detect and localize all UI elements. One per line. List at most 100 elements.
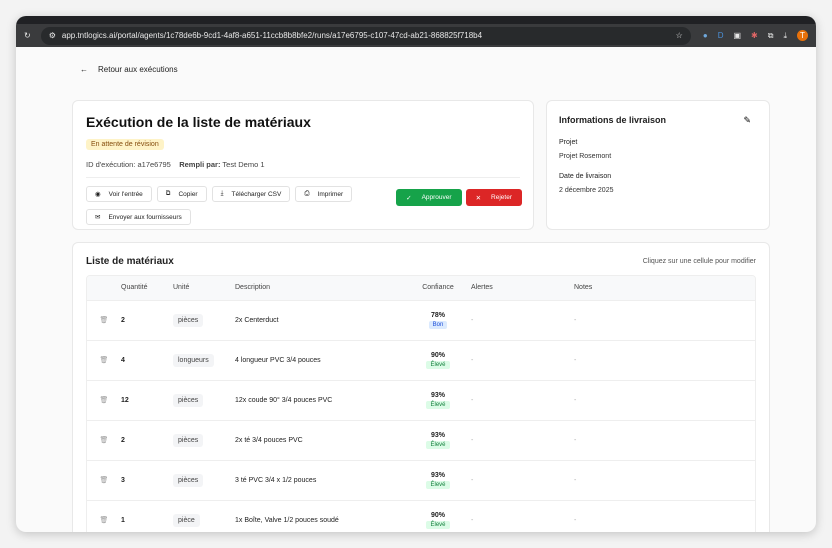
alerts-cell[interactable]: -	[471, 300, 574, 341]
notes-cell[interactable]: -	[574, 460, 755, 501]
quantity-cell[interactable]: 1	[121, 500, 173, 532]
alerts-cell[interactable]: -	[471, 340, 574, 381]
copy-button[interactable]: ⧉ Copier	[156, 186, 207, 202]
section-title: Liste de matériaux	[86, 256, 174, 267]
extension-icon[interactable]: ▣	[733, 31, 741, 40]
extension-icon[interactable]: ✱	[751, 31, 758, 40]
tab-strip	[16, 16, 816, 24]
send-suppliers-button[interactable]: ✉ Envoyer aux fournisseurs	[86, 209, 191, 225]
project-value: Projet Rosemont	[559, 153, 612, 160]
extension-icon[interactable]: D	[718, 31, 724, 40]
notes-cell[interactable]: -	[574, 380, 755, 421]
approve-button[interactable]: ✓ Approuver	[396, 189, 462, 206]
quantity-cell[interactable]: 12	[121, 380, 173, 421]
notes-cell[interactable]: -	[574, 500, 755, 532]
site-info-icon[interactable]: ⚙	[49, 31, 56, 40]
label: Imprimer	[317, 190, 344, 198]
confidence-cell: 93% Élevé	[405, 420, 471, 461]
unit-cell[interactable]: pièce	[173, 500, 235, 532]
browser-toolbar: ↻ ⚙ app.tntlogics.ai/portal/agents/1c78d…	[16, 24, 816, 47]
unit: longueurs	[173, 353, 214, 367]
back-link[interactable]: ← Retour aux exécutions	[80, 65, 178, 74]
bookmark-star-icon[interactable]: ☆	[676, 31, 683, 40]
confidence-value: 93%	[430, 392, 445, 399]
delivery-card: Informations de livraison ✎ Projet Proje…	[546, 100, 770, 230]
unit: pièces	[173, 473, 204, 487]
trash-icon[interactable]: 🗑	[87, 380, 121, 421]
copy-icon: ⧉	[165, 190, 171, 197]
id-label: ID d'exécution:	[86, 160, 136, 169]
confidence-value: 93%	[430, 472, 445, 479]
reload-icon[interactable]: ↻	[24, 31, 31, 40]
extensions-puzzle-icon[interactable]: ⧉	[768, 31, 774, 41]
back-label: Retour aux exécutions	[98, 65, 178, 74]
project-label: Projet	[559, 139, 578, 146]
notes-cell[interactable]: -	[574, 420, 755, 461]
unit: pièce	[173, 513, 200, 527]
unit: pièces	[173, 393, 204, 407]
description-cell[interactable]: 3 té PVC 3/4 x 1/2 pouces	[235, 460, 405, 501]
confidence-badge: Élevé	[426, 401, 450, 409]
edit-hint: Cliquez sur une cellule pour modifier	[642, 258, 756, 265]
col-notes: Notes	[574, 276, 755, 301]
print-button[interactable]: ⎙ Imprimer	[295, 186, 353, 202]
unit-cell[interactable]: pièces	[173, 460, 235, 501]
extension-icon[interactable]: ●	[703, 31, 708, 40]
confidence-value: 93%	[430, 432, 445, 439]
reject-button[interactable]: ✕ Rejeter	[465, 189, 522, 206]
address-bar[interactable]: ⚙ app.tntlogics.ai/portal/agents/1c78de6…	[40, 26, 691, 45]
quantity-cell[interactable]: 3	[121, 460, 173, 501]
unit: pièces	[173, 313, 204, 327]
view-input-button[interactable]: ◉ Voir l'entrée	[86, 186, 152, 202]
quantity: 12	[121, 396, 129, 404]
unit-cell[interactable]: longueurs	[173, 340, 235, 381]
unit-cell[interactable]: pièces	[173, 420, 235, 461]
trash-icon[interactable]: 🗑	[87, 460, 121, 501]
quantity-cell[interactable]: 2	[121, 420, 173, 461]
confidence-value: 78%	[430, 312, 445, 319]
description-cell[interactable]: 4 longueur PVC 3/4 pouces	[235, 340, 405, 381]
unit: pièces	[173, 433, 204, 447]
trash-icon[interactable]: 🗑	[87, 500, 121, 532]
confidence-badge: Élevé	[426, 481, 450, 489]
description-cell[interactable]: 1x Boîte, Valve 1/2 pouces soudé	[235, 500, 405, 532]
table-row: 🗑 4 longueurs 4 longueur PVC 3/4 pouces …	[87, 340, 755, 381]
unit-cell[interactable]: pièces	[173, 380, 235, 421]
trash-icon[interactable]: 🗑	[87, 300, 121, 341]
delivery-title: Informations de livraison	[559, 115, 667, 125]
pencil-icon[interactable]: ✎	[743, 115, 751, 126]
description-cell[interactable]: 2x té 3/4 pouces PVC	[235, 420, 405, 461]
confidence-badge: Élevé	[426, 521, 450, 529]
label: Voir l'entrée	[108, 190, 143, 198]
alerts-cell[interactable]: -	[471, 420, 574, 461]
quantity-cell[interactable]: 2	[121, 300, 173, 341]
quantity: 2	[121, 436, 125, 444]
notes-cell[interactable]: -	[574, 340, 755, 381]
run-id: a17e6795	[137, 160, 171, 169]
alerts-cell[interactable]: -	[471, 500, 574, 532]
notes-cell[interactable]: -	[574, 300, 755, 341]
download-csv-button[interactable]: ⤓ Télécharger CSV	[211, 186, 291, 202]
confidence-cell: 90% Élevé	[405, 340, 471, 381]
filled-label: Rempli par:	[179, 160, 221, 169]
download-icon[interactable]: ⤓	[783, 31, 787, 41]
alerts-cell[interactable]: -	[471, 380, 574, 421]
quantity: 1	[121, 516, 125, 524]
eye-icon: ◉	[95, 191, 101, 198]
profile-avatar[interactable]: T	[797, 30, 808, 41]
label: Envoyer aux fournisseurs	[108, 213, 182, 221]
quantity-cell[interactable]: 4	[121, 340, 173, 381]
description-cell[interactable]: 2x Centerduct	[235, 300, 405, 341]
col-confidence: Confiance	[405, 276, 471, 301]
page-title: Exécution de la liste de matériaux	[86, 114, 311, 130]
col-alerts: Alertes	[471, 276, 574, 301]
col-unit: Unité	[173, 276, 235, 301]
trash-icon[interactable]: 🗑	[87, 340, 121, 381]
unit-cell[interactable]: pièces	[173, 300, 235, 341]
trash-icon[interactable]: 🗑	[87, 420, 121, 461]
description-cell[interactable]: 12x coude 90° 3/4 pouces PVC	[235, 380, 405, 421]
alerts-cell[interactable]: -	[471, 460, 574, 501]
col-description: Description	[235, 276, 405, 301]
confidence-badge: Élevé	[426, 441, 450, 449]
confidence-value: 90%	[430, 512, 445, 519]
